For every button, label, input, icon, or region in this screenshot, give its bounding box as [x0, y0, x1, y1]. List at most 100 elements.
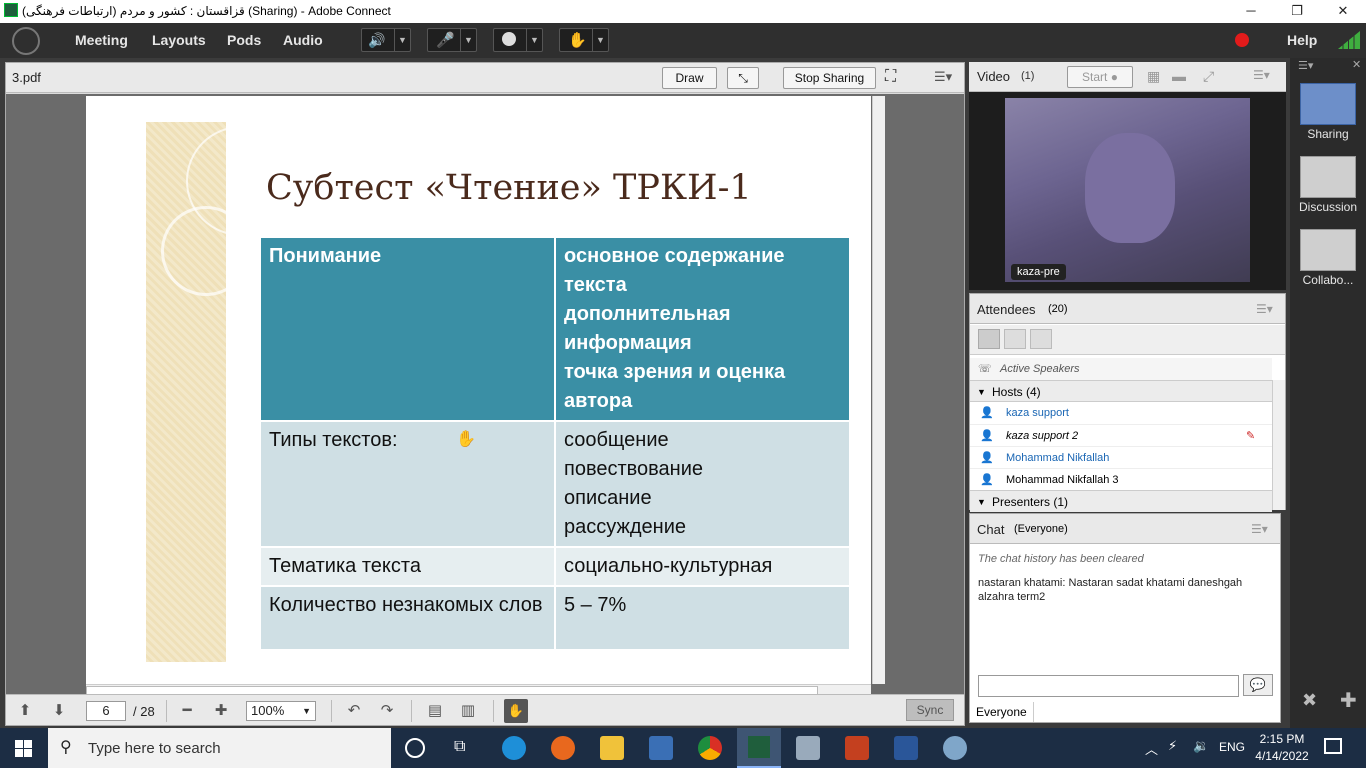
expand-icon: ⤡: [738, 71, 748, 85]
document-viewer[interactable]: Субтест «Чтение» ТРКИ-1 Понимание основн…: [6, 94, 964, 696]
table-row: Понимание основное содержание текста доп…: [259, 236, 851, 422]
windows-start-icon[interactable]: [15, 740, 32, 757]
next-page-icon[interactable]: ⬇: [50, 702, 68, 720]
pod-options-menu-icon[interactable]: ☰▾: [1253, 68, 1270, 82]
minimize-button[interactable]: ─: [1228, 0, 1274, 23]
send-message-button[interactable]: 💬: [1243, 674, 1273, 696]
clock-time[interactable]: 2:15 PM: [1258, 732, 1306, 746]
layout-name[interactable]: Discussion: [1290, 200, 1366, 214]
single-page-icon[interactable]: ▤: [426, 702, 444, 720]
attendee-row[interactable]: 👤 kaza support: [970, 402, 1272, 424]
zoom-out-icon[interactable]: ━: [178, 702, 196, 720]
presenters-group[interactable]: ▼ Presenters (1): [970, 490, 1272, 512]
pod-options-menu-icon[interactable]: ☰▾: [934, 69, 952, 85]
powerpoint-icon[interactable]: [845, 736, 869, 760]
clock-date[interactable]: 4/14/2022: [1252, 749, 1312, 763]
pod-options-menu-icon[interactable]: ☰▾: [1256, 302, 1273, 316]
attendee-row[interactable]: 👤 kaza support 2 ✎: [970, 424, 1272, 446]
chat-input[interactable]: [978, 675, 1239, 697]
vertical-scrollbar[interactable]: [872, 96, 885, 684]
list-view-icon[interactable]: [978, 329, 1000, 349]
multi-page-icon[interactable]: ▥: [459, 702, 477, 720]
university-logo: [12, 27, 40, 55]
filmstrip-view-icon[interactable]: ▬: [1172, 68, 1186, 84]
active-speakers: ☏ Active Speakers: [970, 358, 1272, 380]
add-layout-icon[interactable]: ✚: [1340, 688, 1357, 713]
zoom-select[interactable]: 100% ▼: [246, 701, 316, 721]
status-view-icon[interactable]: [1030, 329, 1052, 349]
pod-options-menu-icon[interactable]: ☰▾: [1251, 522, 1268, 536]
stop-sharing-button[interactable]: Stop Sharing: [783, 67, 876, 89]
mic-muted-icon: ✎: [1246, 430, 1256, 442]
chat-message: nastaran khatami: Nastaran sadat khatami…: [978, 576, 1272, 604]
attendees-scrollbar[interactable]: [1272, 380, 1285, 510]
windows-taskbar: ⚲ Type here to search ⧉ ︿ ⚡ 🔉 ENG 2:15 P…: [0, 728, 1366, 768]
chat-tab-everyone[interactable]: Everyone: [970, 702, 1034, 722]
firefox-icon[interactable]: [551, 736, 575, 760]
phone-icon: ☏: [978, 363, 992, 375]
chrome-icon[interactable]: [698, 736, 722, 760]
undo-icon[interactable]: ↶: [345, 702, 363, 720]
fullscreen-toggle-button[interactable]: ⤡: [727, 67, 759, 89]
microphone-button[interactable]: 🎤 ▼: [427, 28, 477, 52]
recording-indicator-icon: [1235, 33, 1249, 47]
close-icon[interactable]: ✕: [1352, 58, 1361, 71]
layout-name[interactable]: Sharing: [1290, 127, 1366, 141]
file-explorer-icon[interactable]: [600, 736, 624, 760]
task-view-icon[interactable]: ⧉: [454, 738, 465, 756]
taskbar-search-box[interactable]: ⚲ Type here to search: [48, 728, 391, 768]
menu-pods[interactable]: Pods: [227, 32, 261, 48]
redo-icon[interactable]: ↷: [378, 702, 396, 720]
zoom-in-icon[interactable]: ✚: [212, 702, 230, 720]
sync-button[interactable]: Sync: [906, 699, 954, 721]
hosts-group[interactable]: ▼ Hosts (4): [970, 380, 1272, 402]
speaker-button[interactable]: 🔊 ▼: [361, 28, 411, 52]
draw-button[interactable]: Draw: [662, 67, 717, 89]
window-title: قزاقستان : کشور و مردم (ارتباطات فرهنگی)…: [22, 4, 391, 18]
grid-view-icon[interactable]: ▦: [1147, 68, 1160, 85]
layouts-bar: ☰▾ ✕ Sharing Discussion Collabo... ✖ ✚: [1290, 58, 1366, 728]
layout-menu-icon[interactable]: ☰▾: [1298, 59, 1313, 72]
menu-audio[interactable]: Audio: [283, 32, 323, 48]
menu-meeting[interactable]: Meeting: [75, 32, 128, 48]
paint-icon[interactable]: [943, 736, 967, 760]
layout-name[interactable]: Collabo...: [1290, 273, 1366, 287]
network-app-icon[interactable]: [649, 736, 673, 760]
full-screen-icon[interactable]: ⛶: [885, 68, 896, 86]
adobe-connect-app-icon: [4, 3, 18, 17]
layout-thumb-collaboration[interactable]: [1300, 229, 1356, 271]
show-hidden-icons-icon[interactable]: ︿: [1145, 739, 1158, 758]
network-icon[interactable]: ⚡: [1168, 738, 1177, 754]
expand-icon[interactable]: ⤢: [1203, 68, 1214, 85]
attendee-row[interactable]: 👤 Mohammad Nikfallah 3: [970, 468, 1272, 490]
video-count: (1): [1021, 70, 1035, 82]
layout-thumb-discussion[interactable]: [1300, 156, 1356, 198]
adobe-connect-taskbar-button[interactable]: [737, 728, 781, 768]
page-number-input[interactable]: 6: [86, 701, 126, 721]
previous-page-icon[interactable]: ⬆: [16, 702, 34, 720]
close-button[interactable]: ✕: [1320, 0, 1366, 23]
participant-image: [1085, 133, 1175, 243]
notifications-icon[interactable]: [1324, 738, 1342, 754]
slide-page: Субтест «Чтение» ТРКИ-1 Понимание основн…: [86, 96, 871, 684]
layout-thumb-sharing[interactable]: [1300, 83, 1356, 125]
volume-icon[interactable]: 🔉: [1193, 738, 1209, 754]
menu-help[interactable]: Help: [1287, 32, 1317, 48]
attendee-row[interactable]: 👤 Mohammad Nikfallah: [970, 446, 1272, 468]
language-indicator[interactable]: ENG: [1219, 740, 1245, 754]
word-icon[interactable]: [894, 736, 918, 760]
restore-button[interactable]: ❐: [1274, 0, 1320, 23]
photos-app-icon[interactable]: [796, 736, 820, 760]
pan-hand-icon[interactable]: ✋: [504, 699, 528, 723]
menu-layouts[interactable]: Layouts: [152, 32, 206, 48]
cortana-icon[interactable]: [405, 738, 425, 758]
search-icon: ⚲: [60, 739, 72, 756]
camera-button[interactable]: ▼: [493, 28, 543, 52]
video-feed[interactable]: kaza-pre: [1005, 98, 1250, 282]
raise-hand-button[interactable]: ✋ ▼: [559, 28, 609, 52]
table-cell: основное содержание текста дополнительна…: [554, 236, 851, 422]
edge-icon[interactable]: [502, 736, 526, 760]
start-video-button[interactable]: Start ●: [1067, 66, 1133, 88]
breakout-view-icon[interactable]: [1004, 329, 1026, 349]
tools-icon[interactable]: ✖: [1302, 690, 1317, 711]
